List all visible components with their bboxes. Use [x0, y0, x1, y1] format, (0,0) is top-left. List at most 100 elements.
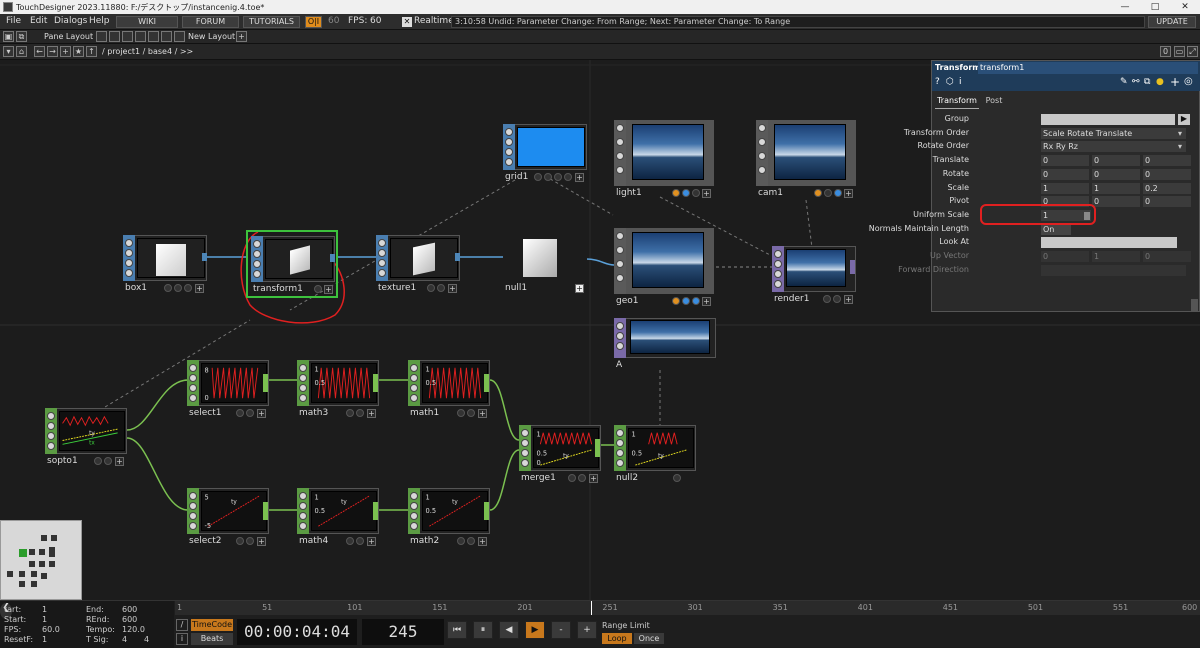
wiki-button[interactable]: WIKI	[116, 16, 178, 28]
palette-icon[interactable]: ●	[1156, 77, 1164, 87]
target-icon[interactable]: ◎	[1184, 76, 1193, 87]
node-sopto1[interactable]: ty tx sopto1 +	[45, 408, 127, 468]
tab-post[interactable]: Post	[982, 96, 1006, 109]
close-button[interactable]: ✕	[1170, 0, 1200, 14]
param-field[interactable]: Scale Rotate Translate	[1041, 127, 1186, 139]
add-icon[interactable]: +	[702, 297, 711, 306]
param-field[interactable]: 0	[1092, 155, 1140, 167]
add-icon[interactable]: +	[589, 474, 598, 483]
up-icon[interactable]: ↑	[86, 46, 97, 57]
python-icon[interactable]: ⬡	[946, 77, 954, 87]
node-merge1[interactable]: 1 0.5 ty 0 merge1 +	[519, 425, 601, 485]
slash-icon[interactable]: /	[176, 619, 188, 631]
loop-button[interactable]: Loop	[602, 633, 632, 644]
add-icon[interactable]: +	[324, 285, 333, 294]
param-field[interactable]: 1	[1092, 251, 1140, 262]
add-icon[interactable]: +	[60, 46, 71, 57]
home-icon[interactable]: ⌂	[16, 46, 27, 57]
timecode-toggle[interactable]: TimeCode	[191, 619, 233, 631]
pane-icon-1[interactable]: ▣	[3, 31, 14, 42]
param-scrollbar[interactable]	[1191, 299, 1198, 311]
info-icon[interactable]: i	[959, 77, 962, 87]
expand-icon[interactable]: ⤢	[1187, 46, 1198, 57]
rewind-button[interactable]: ⏮	[447, 621, 467, 639]
star-icon[interactable]: ★	[73, 46, 84, 57]
node-select1[interactable]: 8 0 select1 +	[187, 360, 269, 420]
tab-transform[interactable]: Transform	[935, 96, 979, 109]
node-texture1[interactable]: texture1 +	[376, 235, 460, 295]
add-icon[interactable]: +	[367, 537, 376, 546]
param-field[interactable]: Rx Ry Rz	[1041, 141, 1186, 153]
network-path[interactable]: / project1 / base4 / >>	[102, 47, 193, 56]
oi-button[interactable]: O|I	[305, 16, 322, 28]
param-field[interactable]	[1041, 114, 1175, 125]
add-icon[interactable]: +	[702, 189, 711, 198]
node-box1[interactable]: box1 +	[123, 235, 207, 295]
node-math2[interactable]: 1 0.5 ty math2 +	[408, 488, 490, 548]
param-field[interactable]: 0.2	[1143, 182, 1191, 194]
layout-icon-1[interactable]	[96, 31, 107, 42]
beats-toggle[interactable]: Beats	[191, 633, 233, 645]
node-light1[interactable]: light1 +	[614, 120, 714, 200]
add-layout-icon[interactable]: +	[236, 31, 247, 42]
menu-dialogs[interactable]: Dialogs	[54, 16, 87, 26]
add-icon[interactable]: +	[575, 284, 584, 293]
param-field[interactable]: 0	[1092, 196, 1140, 208]
add-icon[interactable]: +	[257, 537, 266, 546]
playhead[interactable]	[591, 601, 592, 615]
pause-button[interactable]: ⏸	[473, 621, 493, 639]
node-math1[interactable]: 1 0.5 math1 +	[408, 360, 490, 420]
param-field[interactable]: 0	[1143, 196, 1191, 208]
plus-icon[interactable]: +	[1170, 75, 1180, 89]
param-field[interactable]: 1	[1092, 182, 1140, 194]
realtime-checkbox[interactable]: ✕	[402, 17, 412, 27]
add-icon[interactable]: +	[195, 284, 204, 293]
step-plus-button[interactable]: +	[577, 621, 597, 639]
node-null2[interactable]: 1 0.5 ty null2	[614, 425, 696, 485]
step-minus-button[interactable]: -	[551, 621, 571, 639]
node-math4[interactable]: 1 0.5 ty math4 +	[297, 488, 379, 548]
param-field[interactable]: 0	[1041, 168, 1089, 180]
menu-help[interactable]: Help	[89, 16, 110, 26]
node-null1[interactable]: null1 +	[503, 235, 587, 295]
menu-edit[interactable]: Edit	[30, 16, 47, 26]
node-geo1[interactable]: geo1 +	[614, 228, 714, 308]
info-icon-tl[interactable]: i	[176, 633, 188, 645]
layout-icon-3[interactable]	[122, 31, 133, 42]
layout-icon-5[interactable]	[148, 31, 159, 42]
add-icon[interactable]: +	[575, 173, 584, 182]
param-field[interactable]: 0	[1092, 168, 1140, 180]
update-button[interactable]: UPDATE	[1148, 16, 1196, 28]
layout-icon-6[interactable]	[161, 31, 172, 42]
edit-icon[interactable]: ✎	[1120, 77, 1128, 87]
chevron-down-icon[interactable]: ▾	[1178, 142, 1182, 151]
play-button[interactable]: ▶	[525, 621, 545, 639]
timeline-ruler[interactable]: 1 51 101 151 201 251 301 351 401 451 501 551 600	[175, 601, 1200, 615]
node-select2[interactable]: 5 -5 ty select2 +	[187, 488, 269, 548]
node-A[interactable]: A	[614, 318, 716, 376]
layout-icon-7[interactable]	[174, 31, 185, 42]
copy-icon[interactable]: ⧉	[1144, 77, 1150, 87]
node-transform1[interactable]: transform1 +	[246, 230, 338, 298]
param-field[interactable]: 0	[1143, 168, 1191, 180]
network-minimap[interactable]	[0, 520, 82, 600]
param-field[interactable]	[1041, 264, 1186, 276]
add-icon[interactable]: +	[844, 295, 853, 304]
tutorials-button[interactable]: TUTORIALS	[243, 16, 300, 28]
step-back-button[interactable]: ◀	[499, 621, 519, 639]
node-render1[interactable]: render1 +	[772, 246, 856, 306]
add-icon[interactable]: +	[367, 409, 376, 418]
forward-icon[interactable]: →	[47, 46, 58, 57]
once-button[interactable]: Once	[634, 633, 664, 644]
op-name-field[interactable]: transform1	[978, 62, 1198, 74]
param-field[interactable]: 0	[1143, 251, 1191, 262]
frame-display[interactable]: 245	[362, 619, 444, 645]
param-field[interactable]: 0	[1041, 155, 1089, 167]
layout-icon-4[interactable]	[135, 31, 146, 42]
add-icon[interactable]: +	[478, 537, 487, 546]
group-menu-icon[interactable]: ▶	[1178, 114, 1190, 125]
node-math3[interactable]: 1 0.5 math3 +	[297, 360, 379, 420]
param-field[interactable]: 0	[1041, 251, 1089, 262]
forum-button[interactable]: FORUM	[182, 16, 239, 28]
node-cam1[interactable]: cam1 +	[756, 120, 856, 200]
